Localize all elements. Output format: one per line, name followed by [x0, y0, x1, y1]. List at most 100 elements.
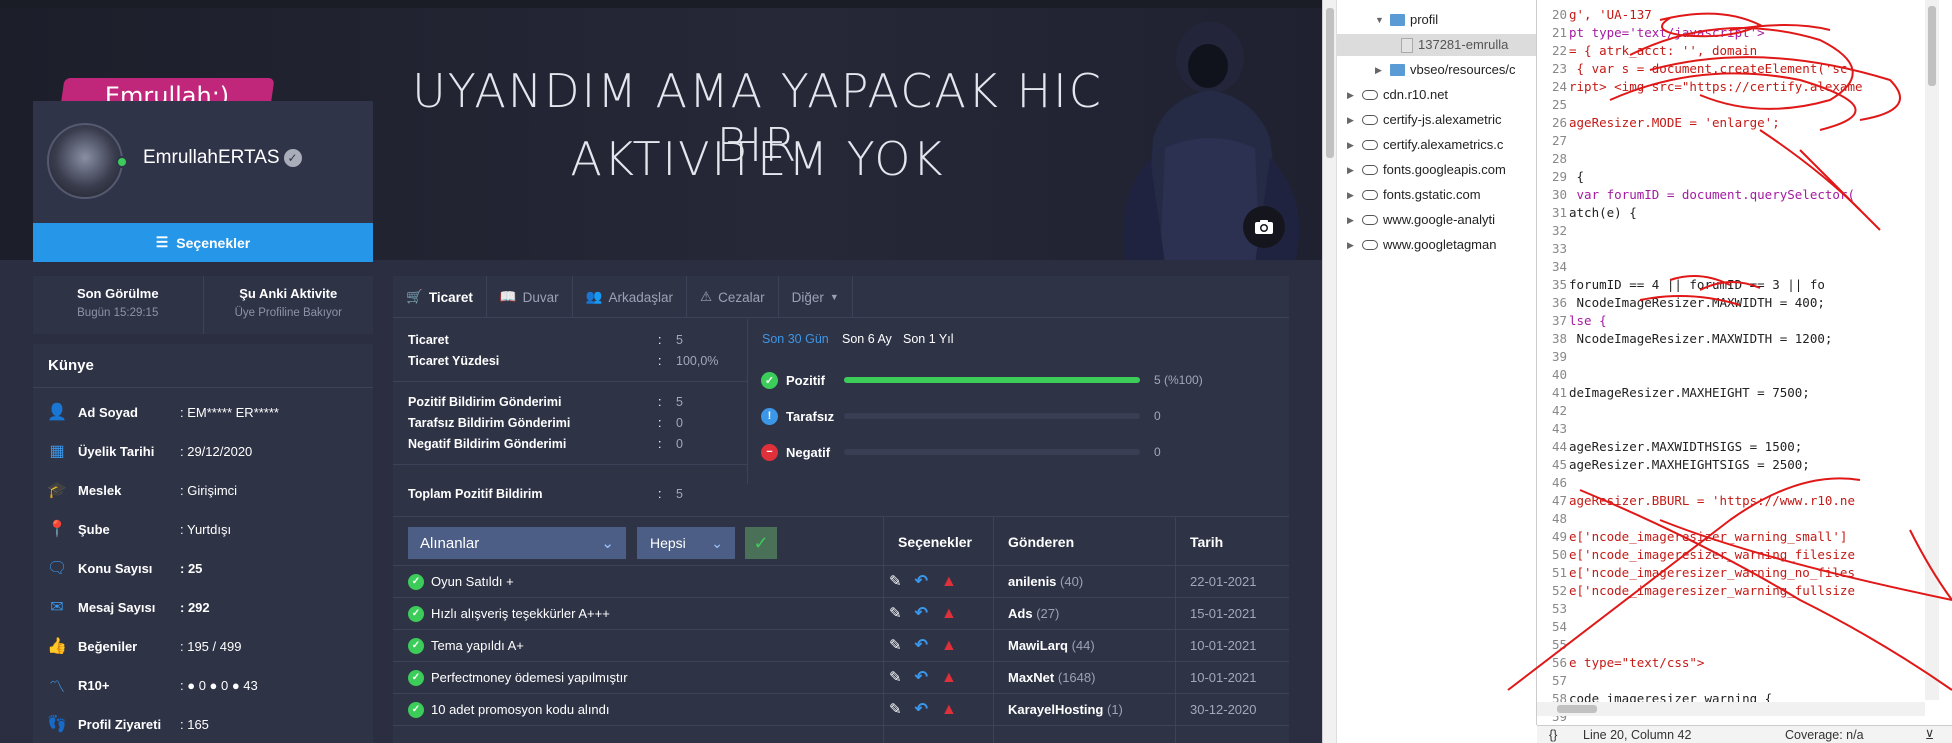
page-scrollbar[interactable] [1323, 0, 1337, 743]
type-select[interactable]: Hepsi ⌄ [637, 527, 735, 559]
tree-item-domain[interactable]: ▶ www.googletagman [1347, 234, 1496, 256]
chevron-down-icon: ⌄ [711, 534, 723, 551]
tree-item-domain[interactable]: ▶ fonts.gstatic.com [1347, 184, 1481, 206]
tree-item-folder[interactable]: ▶ vbseo/resources/c [1375, 59, 1516, 81]
editor-scrollbar-thumb[interactable] [1928, 6, 1936, 86]
stat-colon: : [658, 487, 662, 501]
edit-icon[interactable]: ✎ [889, 566, 902, 598]
code-text: ageResizer.MAXHEIGHTSIGS = 2500; [1569, 457, 1810, 472]
reply-icon[interactable]: ↶ [915, 630, 928, 662]
report-icon[interactable]: ▲ [941, 662, 957, 694]
line-number: 21 [1551, 25, 1567, 40]
code-line: 22 = { atrk_acct: '', domain [1537, 42, 1757, 60]
reply-icon[interactable]: ↶ [915, 694, 928, 726]
code-text: forumID == 4 || forumID == 3 || fo [1569, 277, 1825, 292]
sender-name: Ads [1008, 606, 1033, 621]
line-number: 40 [1551, 367, 1567, 382]
sender[interactable]: KarayelHosting (1) [1008, 694, 1123, 726]
reply-icon[interactable]: ↶ [915, 662, 928, 694]
options-button[interactable]: ☰ Seçenekler [33, 223, 373, 262]
tree-item-domain[interactable]: ▶ certify-js.alexametric [1347, 109, 1501, 131]
tab-duvar[interactable]: 📖 Duvar [487, 276, 573, 318]
thumbs-up-icon: 👍 [47, 638, 67, 655]
editor-horizontal-scrollbar[interactable] [1537, 702, 1925, 716]
feedback-value: 0 [1154, 445, 1161, 459]
code-line: 48 [1537, 510, 1569, 528]
line-number: 54 [1551, 619, 1567, 634]
period-6-months[interactable]: Son 6 Ay [842, 332, 892, 346]
change-cover-button[interactable] [1243, 206, 1285, 248]
stat-label: Toplam Pozitif Bildirim [408, 487, 543, 501]
feedback-subject[interactable]: ✓ Hızlı alışveriş teşekkürler A+++ [408, 598, 610, 630]
edit-icon[interactable]: ✎ [889, 598, 902, 630]
tab-cezalar[interactable]: ⚠ Cezalar [687, 276, 779, 318]
edit-icon[interactable]: ✎ [889, 630, 902, 662]
editor-vertical-scrollbar[interactable] [1925, 0, 1939, 700]
info-label: Şube [78, 521, 110, 537]
code-line: 53 [1537, 600, 1569, 618]
sender[interactable]: MawiLarq (44) [1008, 630, 1095, 662]
sender[interactable]: Ads (27) [1008, 598, 1059, 630]
tab-ticaret[interactable]: 🛒 Ticaret [393, 276, 487, 318]
feedback-subject[interactable]: ✓ 10 adet promosyon kodu alındı [408, 694, 610, 726]
code-line: 43 [1537, 420, 1569, 438]
line-number: 26 [1551, 115, 1567, 130]
tree-item-file[interactable]: 137281-emrulla [1401, 34, 1508, 56]
feedback-subject[interactable]: ✓ Oyun Satıldı + [408, 566, 514, 598]
download-icon[interactable]: ⊻ [1925, 726, 1934, 743]
tree-item-label: 137281-emrulla [1418, 37, 1509, 52]
reply-icon[interactable]: ↶ [915, 598, 928, 630]
edit-icon[interactable]: ✎ [889, 662, 902, 694]
stat-value: 5 [676, 395, 683, 409]
avatar[interactable] [47, 123, 123, 199]
tree-item-domain[interactable]: ▶ certify.alexametrics.c [1347, 134, 1503, 156]
code-text: e['ncode_imageresizer_warning_small'] [1569, 529, 1848, 544]
collapsed-arrow-icon: ▶ [1375, 65, 1382, 75]
apply-filter-button[interactable]: ✓ [745, 527, 777, 559]
cursor-position: Line 20, Column 42 [1583, 728, 1692, 742]
tree-item-folder[interactable]: ▼ profil [1375, 9, 1438, 31]
tree-item-domain[interactable]: ▶ cdn.r10.net [1347, 84, 1448, 106]
tab-arkadaslar[interactable]: 👥 Arkadaşlar [573, 276, 688, 318]
folder-icon [1390, 14, 1405, 26]
code-line: 28 [1537, 150, 1569, 168]
feedback-subject[interactable]: ✓ Perfectmoney ödemesi yapılmıştır [408, 662, 628, 694]
pretty-print-button[interactable]: {} [1549, 726, 1557, 743]
sender[interactable]: anilenis (40) [1008, 566, 1083, 598]
code-editor[interactable]: 20 g', 'UA-137 21 pt type='text/javascript'… [1537, 0, 1939, 725]
code-line: 33 [1537, 240, 1569, 258]
editor-hscrollbar-thumb[interactable] [1557, 705, 1597, 713]
report-icon[interactable]: ▲ [941, 598, 957, 630]
period-30-days[interactable]: Son 30 Gün [762, 332, 829, 346]
row-actions: ✎ ↶ ▲ [889, 694, 957, 726]
direction-select[interactable]: Alınanlar ⌄ [408, 527, 626, 559]
reply-icon[interactable]: ↶ [915, 566, 928, 598]
check-circle-icon: ✓ [761, 371, 778, 389]
code-text: lse { [1569, 313, 1607, 328]
tab-diger[interactable]: Diğer ▼ [779, 276, 853, 318]
sender-count: (1648) [1057, 670, 1096, 685]
stat-negatif: Negatif Bildirim Gönderimi:0 [408, 437, 738, 451]
current-activity-value: Üye Profiline Bakıyor [234, 307, 342, 319]
code-line: 52 e['ncode_imageresizer_warning_fullsize [1537, 582, 1855, 600]
sender[interactable]: MaxNet (1648) [1008, 662, 1095, 694]
tree-item-domain[interactable]: ▶ www.google-analyti [1347, 209, 1495, 231]
tree-item-domain[interactable]: ▶ fonts.googleapis.com [1347, 159, 1506, 181]
users-icon: 👥 [585, 289, 603, 304]
tree-item-label: certify-js.alexametric [1383, 112, 1502, 127]
stat-divider [393, 464, 747, 465]
feedback-subject[interactable]: ✓ Tema yapıldı A+ [408, 630, 524, 662]
code-line: 45 ageResizer.MAXHEIGHTSIGS = 2500; [1537, 456, 1810, 474]
info-row-occupation: 🎓 Meslek: Girişimci [33, 475, 373, 505]
edit-icon[interactable]: ✎ [889, 694, 902, 726]
report-icon[interactable]: ▲ [941, 566, 957, 598]
report-icon[interactable]: ▲ [941, 694, 957, 726]
line-number: 43 [1551, 421, 1567, 436]
stat-colon: : [658, 395, 662, 409]
period-1-year[interactable]: Son 1 Yıl [903, 332, 954, 346]
line-number: 23 [1551, 61, 1567, 76]
line-number: 38 [1551, 331, 1567, 346]
last-seen-title: Son Görülme [76, 286, 159, 301]
page-scrollbar-thumb[interactable] [1326, 8, 1334, 158]
report-icon[interactable]: ▲ [941, 630, 957, 662]
